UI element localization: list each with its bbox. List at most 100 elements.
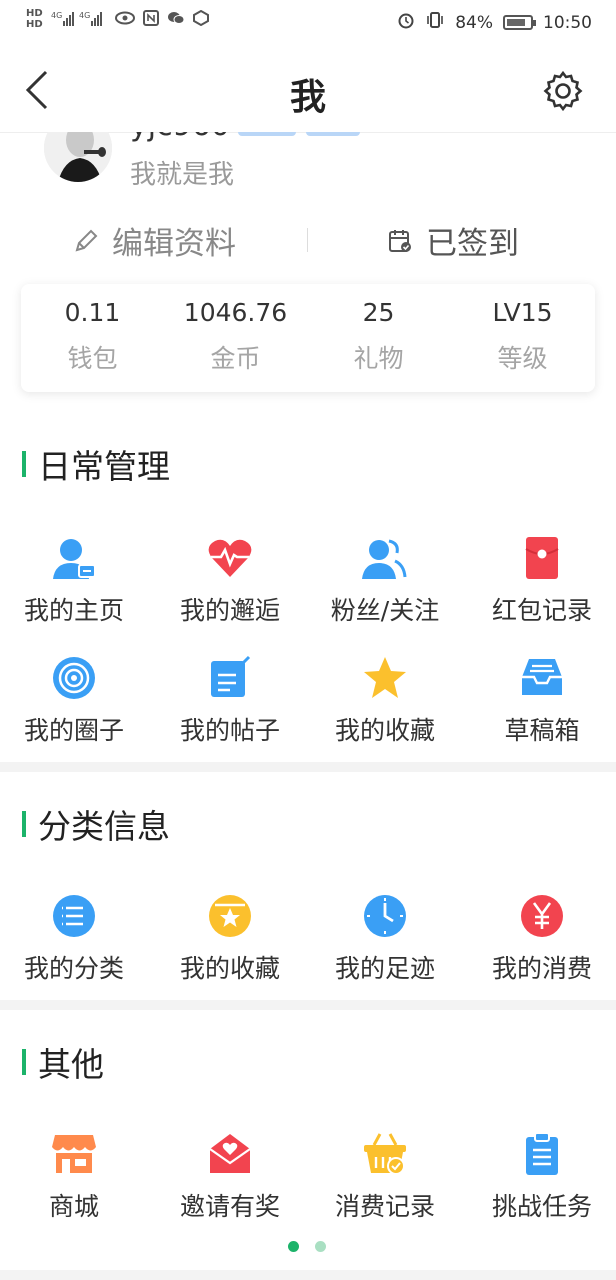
section-classified-title: 分类信息 xyxy=(22,800,170,848)
menu-label: 我的收藏 xyxy=(179,954,280,983)
avatar[interactable] xyxy=(44,132,112,182)
status-bar: HD HD 4G 4G 84% 10:50 xyxy=(0,0,616,50)
section-daily-title: 日常管理 xyxy=(22,440,170,488)
checkin-button[interactable]: 已签到 xyxy=(386,218,519,263)
edit-profile-label: 编辑资料 xyxy=(112,226,236,262)
menu-label: 我的足迹 xyxy=(334,954,435,983)
menu-label: 我的邂逅 xyxy=(179,596,280,625)
menu-label: 红包记录 xyxy=(491,596,592,625)
star-icon xyxy=(362,655,408,701)
stat-gifts[interactable]: 25 礼物 xyxy=(307,298,450,375)
section-title-text: 日常管理 xyxy=(38,447,170,486)
menu-label: 邀请有奖 xyxy=(179,1192,280,1221)
list-icon xyxy=(51,893,97,939)
alarm-icon xyxy=(397,11,415,34)
section-title-text: 其他 xyxy=(38,1045,104,1084)
stat-value: 25 xyxy=(362,298,395,327)
menu-my-circle[interactable]: 我的圈子 xyxy=(0,655,151,747)
page-dot[interactable] xyxy=(315,1241,326,1252)
eye-icon xyxy=(114,11,135,28)
stat-value: LV15 xyxy=(492,298,553,327)
followers-icon xyxy=(362,535,408,581)
username: yjc960 xyxy=(130,132,230,143)
menu-red-packet-records[interactable]: 红包记录 xyxy=(465,535,616,627)
menu-my-categories[interactable]: 我的分类 xyxy=(0,893,151,985)
nfc-icon xyxy=(142,9,159,29)
stats-card: 0.11 钱包 1046.76 金币 25 礼物 LV15 等级 xyxy=(21,284,595,392)
app-icon xyxy=(192,9,209,29)
svg-text:4G: 4G xyxy=(79,11,90,20)
page-title: 我 xyxy=(289,77,326,118)
page-indicator xyxy=(288,1241,326,1252)
profile-actions: 编辑资料 已签到 xyxy=(0,210,616,274)
checkin-label: 已签到 xyxy=(426,226,519,262)
section-accent-bar xyxy=(22,811,26,837)
divider xyxy=(307,228,308,252)
vibrate-icon xyxy=(425,11,445,34)
hd-icon: HD HD xyxy=(26,8,43,30)
menu-label: 消费记录 xyxy=(334,1192,435,1221)
status-left: HD HD 4G 4G xyxy=(26,8,209,30)
menu-my-posts[interactable]: 我的帖子 xyxy=(153,655,307,747)
wechat-icon xyxy=(167,11,185,28)
menu-label: 我的分类 xyxy=(23,954,124,983)
bottom-separator xyxy=(0,1270,616,1280)
menu-spending-records[interactable]: 消费记录 xyxy=(308,1131,462,1223)
menu-my-footprints[interactable]: 我的足迹 xyxy=(308,893,462,985)
menu-drafts[interactable]: 草稿箱 xyxy=(465,655,616,747)
menu-label: 我的收藏 xyxy=(334,716,435,745)
calendar-check-icon xyxy=(389,229,411,252)
store-icon xyxy=(51,1131,97,1177)
red-envelope-icon xyxy=(519,535,565,581)
status-right: 84% 10:50 xyxy=(397,11,592,34)
menu-label: 我的主页 xyxy=(23,596,124,625)
stat-level[interactable]: LV15 等级 xyxy=(451,298,594,375)
pencil-icon xyxy=(75,229,98,251)
yen-coin-icon xyxy=(519,893,565,939)
top-navbar: 我 xyxy=(0,50,616,133)
menu-label: 挑战任务 xyxy=(491,1192,592,1221)
basket-check-icon xyxy=(362,1131,408,1177)
menu-fans-follow[interactable]: 粉丝/关注 xyxy=(308,535,462,627)
user-badge xyxy=(238,132,296,136)
menu-shop[interactable]: 商城 xyxy=(0,1131,151,1223)
menu-label: 商城 xyxy=(48,1192,99,1221)
menu-label: 我的圈子 xyxy=(23,716,124,745)
menu-my-encounters[interactable]: 我的邂逅 xyxy=(153,535,307,627)
menu-my-spending[interactable]: 我的消费 xyxy=(465,893,616,985)
note-edit-icon xyxy=(207,655,253,701)
page-dot-active[interactable] xyxy=(288,1241,299,1252)
gear-icon xyxy=(543,70,583,112)
menu-invite-rewards[interactable]: 邀请有奖 xyxy=(153,1131,307,1223)
menu-label: 我的消费 xyxy=(491,954,592,983)
stat-coins[interactable]: 1046.76 金币 xyxy=(164,298,307,375)
stat-value: 0.11 xyxy=(64,298,121,327)
stat-label: 钱包 xyxy=(67,344,118,373)
settings-button[interactable] xyxy=(540,68,586,114)
edit-profile-button[interactable]: 编辑资料 xyxy=(72,218,236,263)
menu-my-homepage[interactable]: 我的主页 xyxy=(0,535,151,627)
inbox-tray-icon xyxy=(519,655,565,701)
user-badge xyxy=(306,132,360,136)
clock-icon xyxy=(362,893,408,939)
menu-my-favorites-2[interactable]: 我的收藏 xyxy=(153,893,307,985)
section-other-title: 其他 xyxy=(22,1038,104,1086)
stat-wallet[interactable]: 0.11 钱包 xyxy=(21,298,164,375)
svg-text:4G: 4G xyxy=(51,11,62,20)
section-separator xyxy=(0,762,616,772)
stat-value: 1046.76 xyxy=(183,298,288,327)
heartbeat-icon xyxy=(207,535,253,581)
battery-percent: 84% xyxy=(455,12,493,33)
menu-challenge-tasks[interactable]: 挑战任务 xyxy=(465,1131,616,1223)
menu-my-favorites[interactable]: 我的收藏 xyxy=(308,655,462,747)
section-accent-bar xyxy=(22,451,26,477)
menu-label: 草稿箱 xyxy=(504,716,580,745)
clock: 10:50 xyxy=(543,12,592,33)
menu-label: 粉丝/关注 xyxy=(330,596,440,625)
heart-envelope-icon xyxy=(207,1131,253,1177)
avatar-portrait-icon xyxy=(44,132,112,182)
section-title-text: 分类信息 xyxy=(38,807,170,846)
signal-icon: 4G 4G xyxy=(51,9,107,30)
clipboard-icon xyxy=(519,1131,565,1177)
user-card-icon xyxy=(51,535,97,581)
